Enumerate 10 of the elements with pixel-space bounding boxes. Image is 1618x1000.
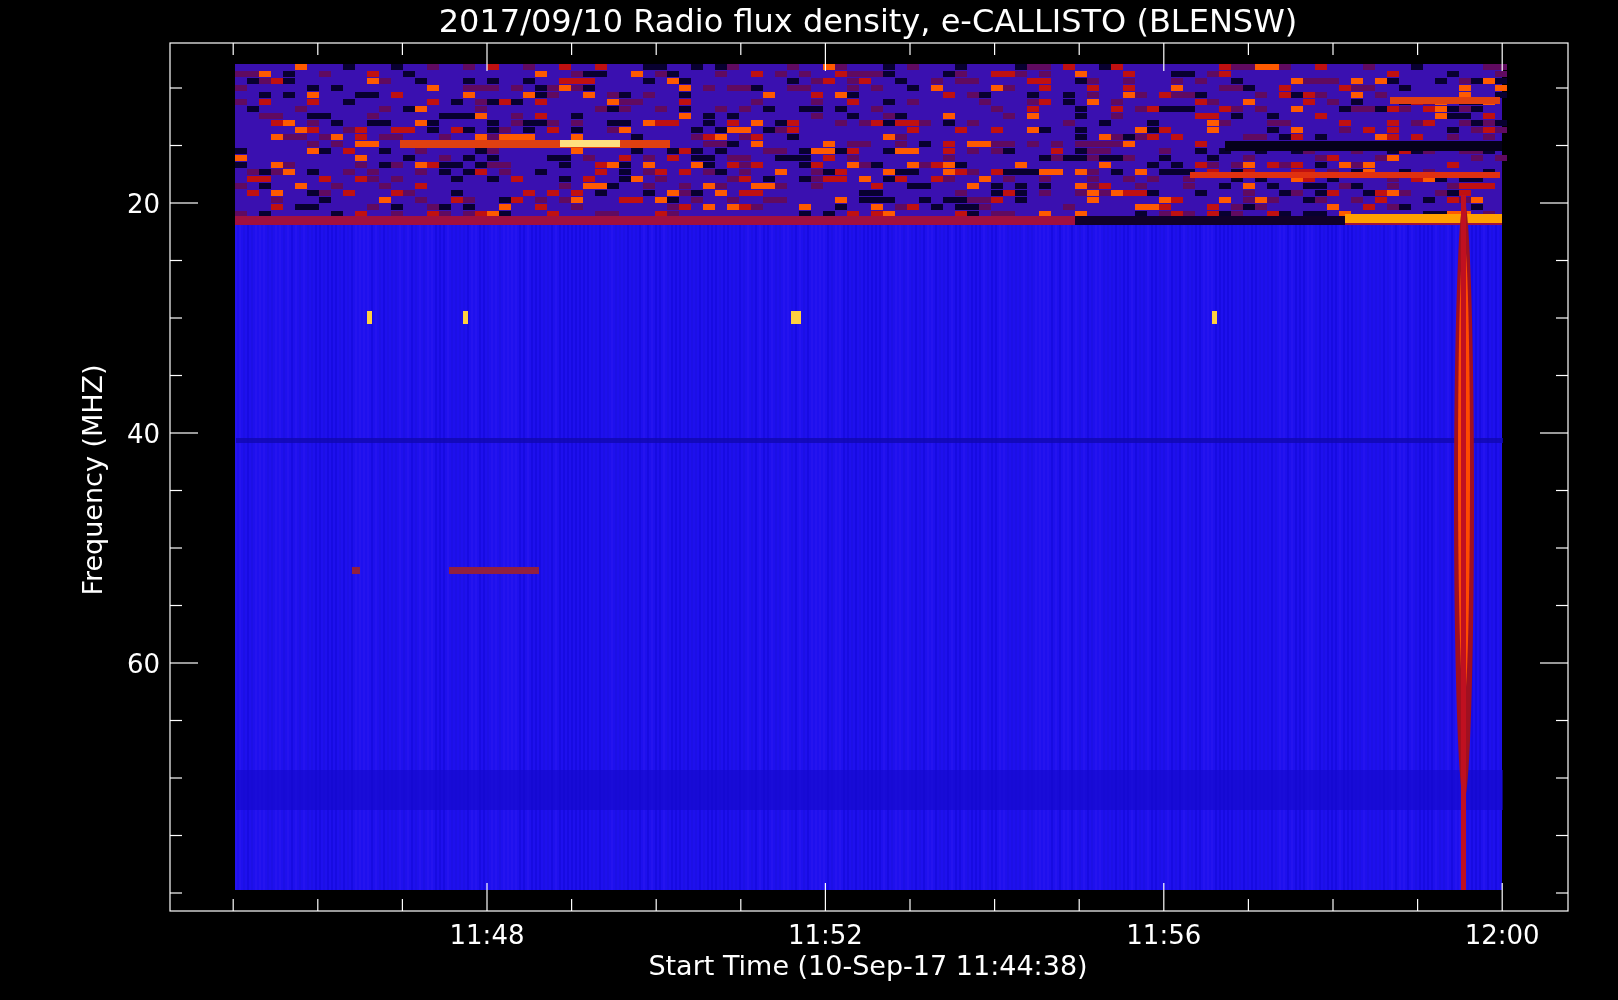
x-axis-label: Start Time (10-Sep-17 11:44:38) bbox=[648, 950, 1088, 981]
y-axis-label: Frequency (MHZ) bbox=[77, 364, 108, 596]
y-tick-label: 60 bbox=[126, 649, 160, 679]
y-tick-label: 40 bbox=[126, 419, 160, 449]
x-tick-label: 12:00 bbox=[1464, 920, 1540, 950]
x-tick-label: 11:52 bbox=[787, 920, 863, 950]
y-tick-label: 20 bbox=[126, 189, 160, 219]
x-tick-label: 11:48 bbox=[449, 920, 525, 950]
x-tick-label: 11:56 bbox=[1126, 920, 1202, 950]
chart-title: 2017/09/10 Radio flux density, e-CALLISTO (BLENSW) bbox=[438, 2, 1298, 40]
